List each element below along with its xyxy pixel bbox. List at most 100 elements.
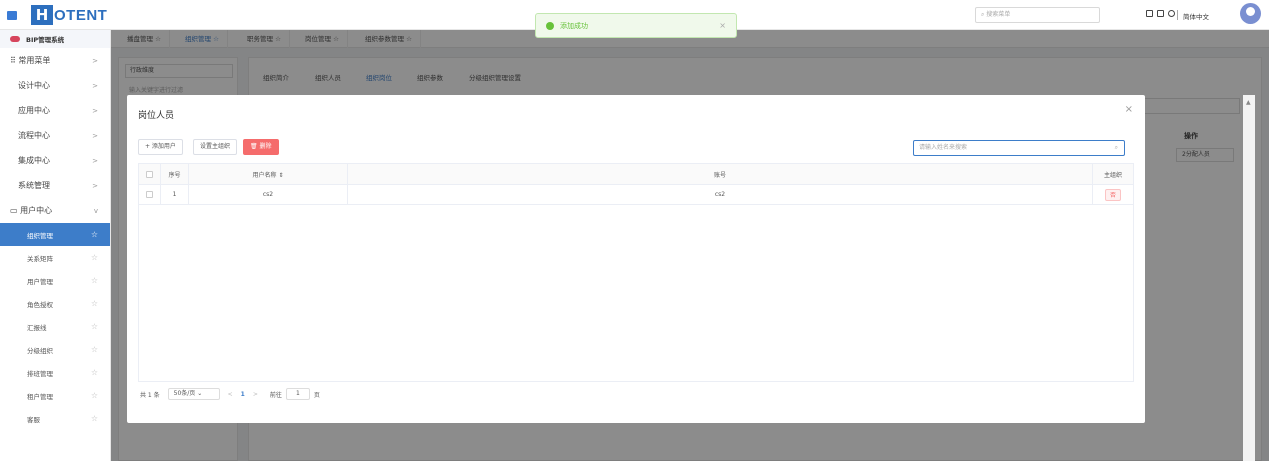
post-members-dialog: 岗位人员 × + 添加用户 设置主组织 🗑 删除 请输入姓名来搜索 ⌕ 序号 用…	[127, 95, 1145, 423]
next-page-button[interactable]: >	[253, 391, 258, 398]
system-name: BIP管理系统	[26, 36, 65, 44]
sidebar-subitem-tenant[interactable]: 租户管理 ☆	[0, 384, 110, 407]
row-main-org-cell: 否	[1093, 185, 1133, 204]
trash-icon: 🗑	[250, 143, 260, 150]
sidebar-subitem-label: 角色授权	[27, 300, 53, 309]
sidebar-item-label: 集成中心	[18, 156, 50, 165]
row-checkbox[interactable]	[146, 191, 153, 198]
sidebar-subitem-label: 排班管理	[27, 369, 53, 378]
sidebar-subitem-label: 客服	[27, 415, 40, 424]
current-page[interactable]: 1	[241, 391, 245, 398]
menu-search-placeholder: 搜索菜单	[986, 11, 1011, 18]
logo-text: OTENT	[54, 6, 108, 24]
goto-page-input[interactable]: 1	[285, 388, 310, 400]
col-username[interactable]: 用户名称 ⇕	[189, 164, 348, 184]
col-account: 账号	[348, 164, 1093, 184]
header-divider	[1177, 10, 1178, 20]
sidebar-item-design[interactable]: 设计中心 >	[0, 73, 110, 98]
star-icon[interactable]: ☆	[91, 391, 98, 400]
sidebar-item-label: 常用菜单	[18, 56, 51, 65]
delete-label: 删除	[259, 143, 272, 150]
select-all-checkbox[interactable]	[146, 170, 153, 178]
star-icon[interactable]: ☆	[91, 299, 98, 308]
goto-label: 前往	[269, 391, 282, 399]
row-username: cs2	[189, 185, 348, 204]
menu-toggle-icon[interactable]	[7, 10, 17, 20]
sidebar-subitem-label: 关系矩阵	[27, 254, 53, 263]
sidebar-subitem-report-line[interactable]: 汇报线 ☆	[0, 315, 110, 338]
system-logo-icon	[10, 36, 20, 42]
table-header: 序号 用户名称 ⇕ 账号 主组织	[139, 164, 1133, 185]
star-icon[interactable]: ☆	[91, 253, 98, 262]
sidebar-item-flow[interactable]: 流程中心 >	[0, 123, 110, 148]
sidebar-subitem-org[interactable]: 组织管理 ☆	[0, 223, 110, 246]
sidebar-subitem-level-org[interactable]: 分级组织 ☆	[0, 338, 110, 361]
chevron-right-icon: >	[92, 56, 98, 65]
name-search-input[interactable]: 请输入姓名来搜索 ⌕	[913, 140, 1125, 156]
menu-search-input[interactable]: ⌕ 搜索菜单	[975, 7, 1100, 23]
chevron-right-icon: >	[92, 106, 98, 115]
sidebar-item-label: 应用中心	[18, 106, 50, 115]
logo-mark: H	[31, 5, 53, 25]
sidebar-subitem-label: 租户管理	[27, 392, 53, 401]
scroll-up-icon[interactable]: ▲	[1246, 99, 1251, 106]
select-all-cell	[139, 164, 161, 184]
pager-total: 共 1 条	[140, 391, 160, 399]
monitor-icon: ▭	[10, 206, 21, 215]
sidebar-subitem-label: 分级组织	[27, 346, 53, 355]
row-account: cs2	[348, 185, 1093, 204]
scrollbar[interactable]: ▲	[1243, 95, 1255, 461]
sidebar-subitem-label: 用户管理	[27, 277, 53, 286]
avatar[interactable]	[1240, 3, 1261, 24]
fullscreen-icon[interactable]	[1157, 10, 1164, 17]
col-index: 序号	[161, 164, 189, 184]
pagination: 共 1 条 50条/页 ⌄ < 1 > 前往 1 页	[140, 388, 320, 400]
refresh-icon[interactable]	[1168, 10, 1175, 17]
sidebar-subitem-schedule[interactable]: 排班管理 ☆	[0, 361, 110, 384]
sidebar-subitem-label: 组织管理	[27, 231, 53, 240]
sidebar: BIP管理系统 ⠿ 常用菜单 > 设计中心 > 应用中心 > 流程中心 > 集成中心 > …	[0, 30, 111, 461]
members-table: 序号 用户名称 ⇕ 账号 主组织 1 cs2 cs2 否	[138, 163, 1134, 382]
sidebar-item-user-center[interactable]: ▭ 用户中心 v	[0, 198, 110, 223]
chevron-right-icon: >	[92, 181, 98, 190]
sidebar-subitem-service[interactable]: 客服 ☆	[0, 407, 110, 430]
sidebar-item-label: 系统管理	[18, 181, 50, 190]
toast-message: 添加成功	[560, 21, 588, 30]
main-org-badge: 否	[1105, 188, 1121, 201]
sidebar-item-system[interactable]: 系统管理 >	[0, 173, 110, 198]
star-icon[interactable]: ☆	[91, 414, 98, 423]
chevron-right-icon: >	[92, 81, 98, 90]
success-toast: 添加成功 ×	[535, 13, 737, 38]
star-icon[interactable]: ☆	[91, 276, 98, 285]
chevron-down-icon: v	[93, 206, 98, 215]
sidebar-item-app[interactable]: 应用中心 >	[0, 98, 110, 123]
system-name-row[interactable]: BIP管理系统	[0, 30, 110, 48]
sidebar-subitem-matrix[interactable]: 关系矩阵 ☆	[0, 246, 110, 269]
message-icon[interactable]	[1146, 10, 1153, 17]
star-icon[interactable]: ☆	[91, 230, 98, 239]
sidebar-subitem-roles[interactable]: 角色授权 ☆	[0, 292, 110, 315]
table-row: 1 cs2 cs2 否	[139, 185, 1133, 205]
toast-close-icon[interactable]: ×	[719, 21, 726, 30]
name-search-placeholder: 请输入姓名来搜索	[919, 144, 968, 151]
delete-button[interactable]: 🗑 删除	[243, 139, 279, 155]
logo-area: H OTENT	[0, 0, 126, 30]
chevron-right-icon: >	[92, 156, 98, 165]
page-size-value: 50条/页	[173, 390, 196, 397]
sidebar-item-integration[interactable]: 集成中心 >	[0, 148, 110, 173]
set-main-org-button[interactable]: 设置主组织	[193, 139, 238, 155]
sidebar-item-label: 设计中心	[18, 81, 50, 90]
page-size-select[interactable]: 50条/页 ⌄	[167, 388, 220, 400]
star-icon[interactable]: ☆	[91, 322, 98, 331]
row-select-cell	[139, 185, 161, 204]
col-main-org: 主组织	[1103, 171, 1122, 179]
language-switch[interactable]: 简体中文	[1183, 11, 1209, 21]
star-icon[interactable]: ☆	[91, 368, 98, 377]
sidebar-subitem-users[interactable]: 用户管理 ☆	[0, 269, 110, 292]
star-icon[interactable]: ☆	[91, 345, 98, 354]
prev-page-button[interactable]: <	[228, 391, 233, 398]
sidebar-item-common[interactable]: ⠿ 常用菜单 >	[0, 48, 110, 73]
add-user-button[interactable]: + 添加用户	[138, 139, 183, 155]
search-icon[interactable]: ⌕	[1115, 141, 1118, 155]
close-icon[interactable]: ×	[1125, 104, 1133, 115]
